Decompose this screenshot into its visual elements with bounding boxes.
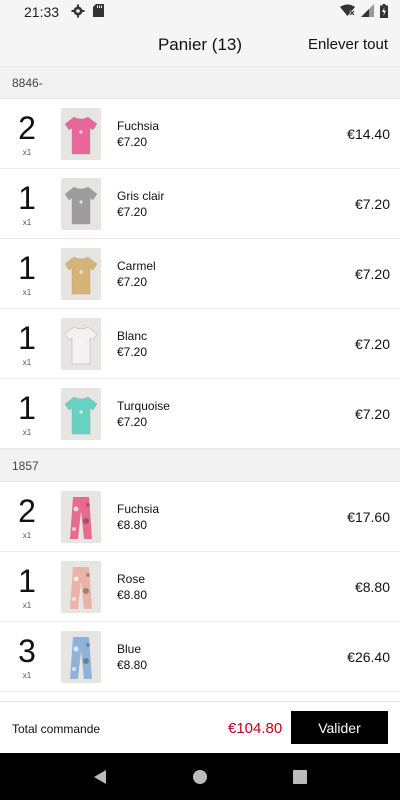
wifi-off-icon xyxy=(340,4,355,20)
item-total-price: €17.60 xyxy=(347,509,390,525)
product-thumbnail[interactable] xyxy=(61,108,101,160)
item-quantity-multiplier: x1 xyxy=(22,601,32,610)
item-quantity[interactable]: 2 xyxy=(12,111,42,145)
status-time: 21:33 xyxy=(24,4,60,20)
item-name: Carmel xyxy=(117,259,156,273)
battery-charging-icon xyxy=(380,3,388,21)
item-unit-price: €8.80 xyxy=(117,518,148,532)
home-icon[interactable] xyxy=(188,765,212,789)
product-thumbnail[interactable] xyxy=(61,178,101,230)
item-unit-price: €7.20 xyxy=(117,415,148,429)
validate-button[interactable]: Valider xyxy=(291,711,388,744)
item-unit-price: €7.20 xyxy=(117,275,148,289)
cart-item-row[interactable]: 2 x1 Fuchsia €7.20 €14.40 xyxy=(0,99,400,169)
item-quantity-multiplier: x1 xyxy=(22,358,32,367)
cart-item-row[interactable]: 1 x1 Turquoise €7.20 €7.20 xyxy=(0,379,400,449)
item-quantity[interactable]: 3 xyxy=(12,634,42,668)
section-header: 8846- xyxy=(0,66,400,99)
order-total-label: Total commande xyxy=(12,722,101,736)
item-unit-price: €7.20 xyxy=(117,345,148,359)
item-quantity[interactable]: 1 xyxy=(12,321,42,355)
item-quantity[interactable]: 1 xyxy=(12,251,42,285)
product-thumbnail[interactable] xyxy=(61,631,101,683)
item-quantity-multiplier: x1 xyxy=(22,288,32,297)
back-icon[interactable] xyxy=(88,765,112,789)
remove-all-button[interactable]: Enlever tout xyxy=(308,36,388,53)
product-thumbnail[interactable] xyxy=(61,248,101,300)
item-quantity[interactable]: 1 xyxy=(12,181,42,215)
item-quantity-multiplier: x1 xyxy=(22,531,32,540)
cell-signal-icon xyxy=(361,4,374,20)
cart-list[interactable]: 8846- 2 x1 Fuchsia €7.20 €14.40 1 x1 Gris clair €… xyxy=(0,66,400,701)
order-footer: Total commande €104.80 Valider xyxy=(0,701,400,753)
item-quantity[interactable]: 1 xyxy=(12,391,42,425)
item-unit-price: €7.20 xyxy=(117,135,148,149)
product-thumbnail[interactable] xyxy=(61,491,101,543)
item-quantity-multiplier: x1 xyxy=(22,428,32,437)
item-quantity-multiplier: x1 xyxy=(22,218,32,227)
sd-card-icon xyxy=(93,4,105,20)
settings-gear-icon xyxy=(71,4,85,21)
item-name: Blue xyxy=(117,642,142,656)
item-total-price: €7.20 xyxy=(354,266,390,282)
app-bar: Panier (13) Enlever tout xyxy=(0,24,400,66)
item-quantity-multiplier: x1 xyxy=(22,671,32,680)
status-bar: 21:33 xyxy=(0,0,400,24)
product-thumbnail[interactable] xyxy=(61,561,101,613)
item-total-price: €14.40 xyxy=(347,126,390,142)
item-name: Blanc xyxy=(117,329,148,343)
item-quantity-multiplier: x1 xyxy=(22,148,32,157)
item-total-price: €7.20 xyxy=(354,196,390,212)
order-total-amount: €104.80 xyxy=(228,720,283,737)
item-quantity[interactable]: 1 xyxy=(12,564,42,598)
item-total-price: €8.80 xyxy=(354,579,390,595)
cart-item-row[interactable]: 1 x1 Gris clair €7.20 €7.20 xyxy=(0,169,400,239)
item-total-price: €26.40 xyxy=(347,649,390,665)
item-name: Gris clair xyxy=(117,189,165,203)
cart-item-row[interactable]: 1 x1 Blanc €7.20 €7.20 xyxy=(0,309,400,379)
section-header: 1857 xyxy=(0,449,400,482)
item-unit-price: €7.20 xyxy=(117,205,148,219)
item-quantity[interactable]: 2 xyxy=(12,494,42,528)
system-nav-bar xyxy=(0,753,400,800)
item-name: Turquoise xyxy=(117,399,170,413)
item-name: Rose xyxy=(117,572,146,586)
product-thumbnail[interactable] xyxy=(61,318,101,370)
item-unit-price: €8.80 xyxy=(117,588,148,602)
item-total-price: €7.20 xyxy=(354,406,390,422)
cart-item-row[interactable]: 3 x1 Blue €8.80 €26.40 xyxy=(0,622,400,692)
item-name: Fuchsia xyxy=(117,502,160,516)
item-total-price: €7.20 xyxy=(354,336,390,352)
recents-icon[interactable] xyxy=(288,765,312,789)
item-name: Fuchsia xyxy=(117,119,160,133)
cart-item-row[interactable]: 2 x1 Fuchsia €8.80 €17.60 xyxy=(0,482,400,552)
item-unit-price: €8.80 xyxy=(117,658,148,672)
cart-item-row[interactable]: 1 x1 Rose €8.80 €8.80 xyxy=(0,552,400,622)
product-thumbnail[interactable] xyxy=(61,388,101,440)
cart-item-row[interactable]: 1 x1 Carmel €7.20 €7.20 xyxy=(0,239,400,309)
